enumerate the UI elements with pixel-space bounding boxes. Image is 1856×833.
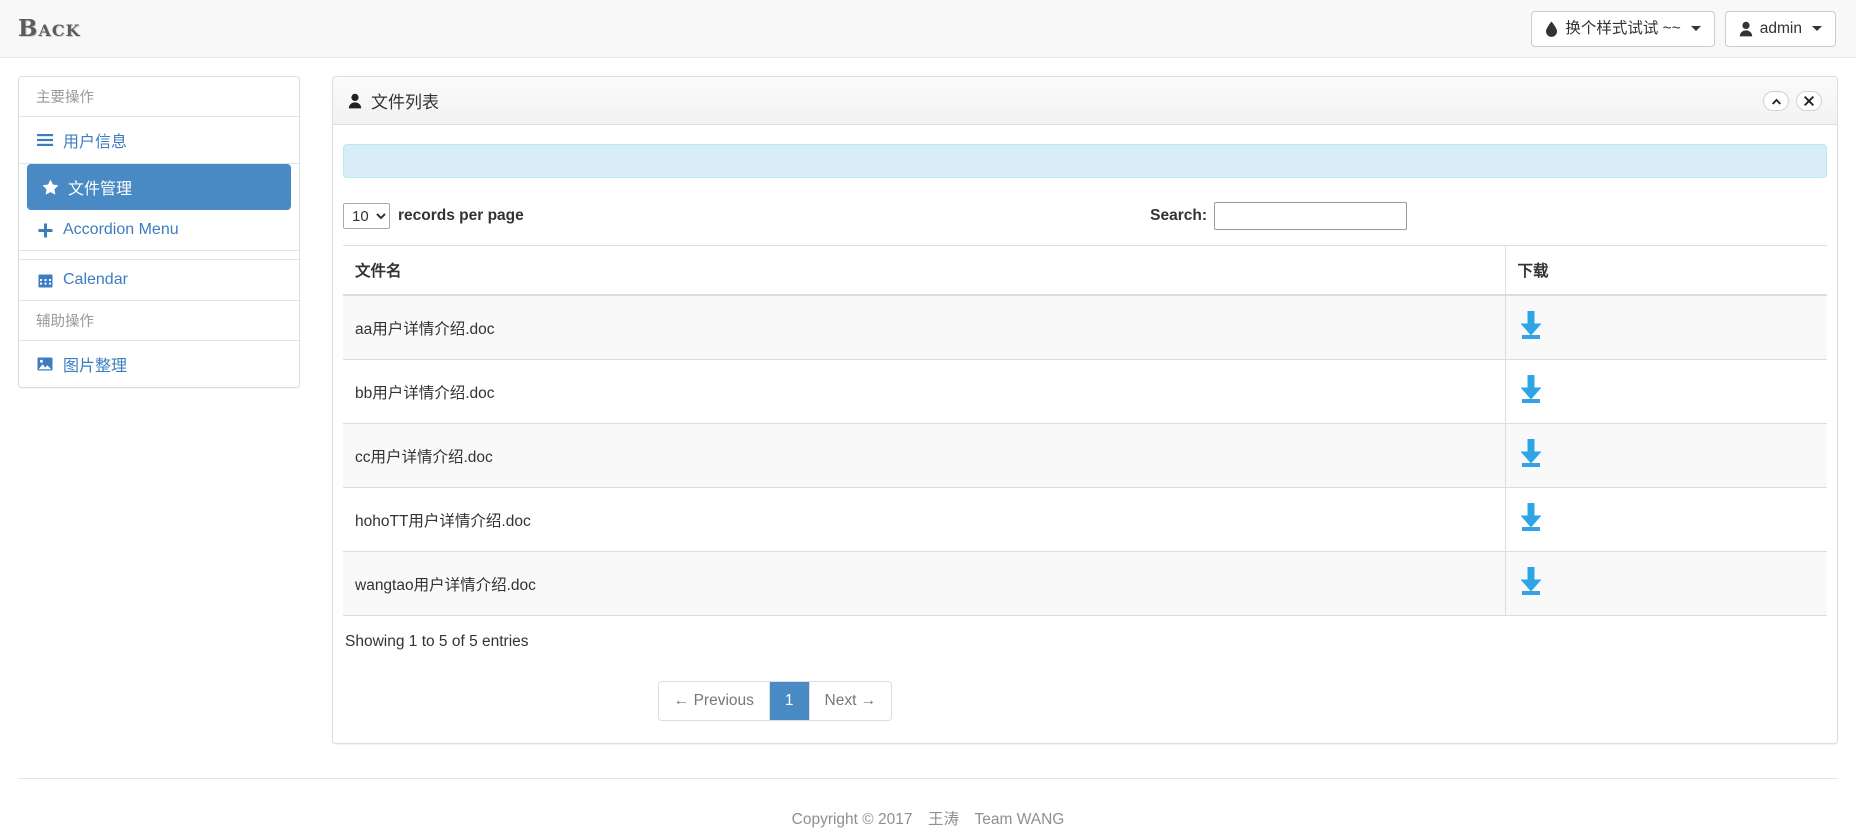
sidebar-item-accordion-menu[interactable]: Accordion Menu (19, 210, 299, 251)
sidebar: 主要操作 用户信息 文件管理 Accordion Menu Calendar 辅… (18, 76, 300, 388)
chevron-down-icon (1812, 26, 1822, 31)
column-header-download[interactable]: 下载 (1504, 245, 1827, 296)
cell-filename: aa用户详情介绍.doc (343, 295, 1505, 360)
download-icon[interactable] (1518, 566, 1544, 601)
file-list-panel: 文件列表 10 records per page Search: 文件名 下载 … (332, 76, 1838, 744)
datatable-controls: 10 records per page Search: (343, 202, 1827, 230)
panel-collapse-button[interactable] (1763, 90, 1789, 111)
sidebar-spacer (19, 251, 299, 260)
sidebar-group-heading-aux: 辅助操作 (19, 301, 299, 341)
cell-download (1504, 551, 1827, 616)
page-body: 主要操作 用户信息 文件管理 Accordion Menu Calendar 辅… (0, 58, 1856, 744)
chevron-down-icon (1690, 26, 1701, 31)
cell-download (1504, 359, 1827, 424)
cell-filename: cc用户详情介绍.doc (343, 423, 1505, 488)
footer: Copyright © 2017 王涛 Team WANG (791, 810, 1065, 828)
table-body: aa用户详情介绍.doc bb用户详情介绍.doc cc用户详情介绍.doc hoho… (343, 295, 1827, 616)
sidebar-item-label: Calendar (63, 271, 128, 288)
cell-download (1504, 423, 1827, 488)
column-header-filename[interactable]: 文件名 (343, 245, 1505, 296)
info-alert-bar (343, 144, 1827, 178)
file-list-table: 文件名 下载 aa用户详情介绍.doc bb用户详情介绍.doc cc用户详情介绍.… (343, 245, 1827, 616)
table-row: wangtao用户详情介绍.doc (343, 551, 1827, 616)
sidebar-group-heading-main: 主要操作 (19, 77, 299, 117)
sidebar-item-picture-management[interactable]: 图片整理 (19, 341, 299, 387)
user-icon (1739, 21, 1753, 37)
records-per-page-select[interactable]: 10 (343, 203, 390, 229)
pagination-next[interactable]: Next → (809, 682, 892, 720)
download-icon[interactable] (1518, 374, 1544, 409)
table-row: hohoTT用户详情介绍.doc (343, 487, 1827, 552)
close-icon (1804, 95, 1814, 106)
cell-download (1504, 295, 1827, 360)
records-per-page-label: records per page (398, 207, 524, 224)
cell-filename: hohoTT用户详情介绍.doc (343, 487, 1505, 552)
sidebar-item-label: Accordion Menu (63, 221, 179, 238)
table-header-row: 文件名 下载 (343, 245, 1827, 296)
panel-title: 文件列表 (348, 88, 439, 113)
records-per-page-control: 10 records per page (343, 203, 524, 229)
user-menu-button[interactable]: admin (1724, 10, 1836, 47)
change-style-label: 换个样式试试 ~~ (1565, 19, 1681, 37)
panel-title-label: 文件列表 (371, 93, 439, 112)
sidebar-item-calendar[interactable]: Calendar (19, 260, 299, 301)
navbar-right-group: 换个样式试试 ~~ admin (1531, 10, 1836, 47)
droplet-icon (1545, 21, 1558, 37)
search-input[interactable] (1214, 202, 1407, 230)
bars-icon (36, 133, 54, 147)
top-navbar: Back 换个样式试试 ~~ admin (0, 0, 1856, 58)
change-style-button[interactable]: 换个样式试试 ~~ (1531, 10, 1715, 47)
datatable-pagination: ← Previous 1 Next → (343, 681, 1207, 721)
search-label: Search: (1150, 207, 1207, 224)
panel-close-button[interactable] (1796, 90, 1822, 111)
table-row: bb用户详情介绍.doc (343, 359, 1827, 424)
search-control: Search: (1150, 202, 1407, 230)
user-menu-label: admin (1759, 19, 1802, 37)
plus-icon (36, 223, 54, 238)
sidebar-item-label: 用户信息 (63, 134, 128, 151)
sidebar-item-user-info[interactable]: 用户信息 (19, 117, 299, 164)
cell-filename: bb用户详情介绍.doc (343, 359, 1505, 424)
pagination-previous[interactable]: ← Previous (658, 682, 770, 720)
chevron-up-icon (1771, 97, 1782, 105)
main-content: 文件列表 10 records per page Search: 文件名 下载 … (332, 76, 1838, 744)
star-icon (41, 179, 59, 195)
download-icon[interactable] (1518, 502, 1544, 537)
calendar-icon (36, 273, 54, 288)
table-row: cc用户详情介绍.doc (343, 423, 1827, 488)
sidebar-item-file-management[interactable]: 文件管理 (27, 164, 291, 210)
brand-logo[interactable]: Back (14, 15, 81, 42)
pager: ← Previous 1 Next → (657, 681, 893, 721)
sidebar-item-label: 文件管理 (68, 181, 133, 198)
download-icon[interactable] (1518, 310, 1544, 345)
download-icon[interactable] (1518, 438, 1544, 473)
picture-icon (36, 357, 54, 371)
cell-download (1504, 487, 1827, 552)
panel-heading: 文件列表 (333, 77, 1837, 125)
table-row: aa用户详情介绍.doc (343, 295, 1827, 360)
panel-tools (1763, 90, 1822, 111)
table-head: 文件名 下载 (343, 245, 1827, 296)
pagination-page-1[interactable]: 1 (769, 682, 810, 720)
sidebar-item-label: 图片整理 (63, 358, 128, 375)
panel-body: 10 records per page Search: 文件名 下载 aa用户详… (333, 125, 1837, 743)
cell-filename: wangtao用户详情介绍.doc (343, 551, 1505, 616)
user-icon (348, 93, 362, 109)
datatable-info: Showing 1 to 5 of 5 entries (345, 633, 529, 650)
